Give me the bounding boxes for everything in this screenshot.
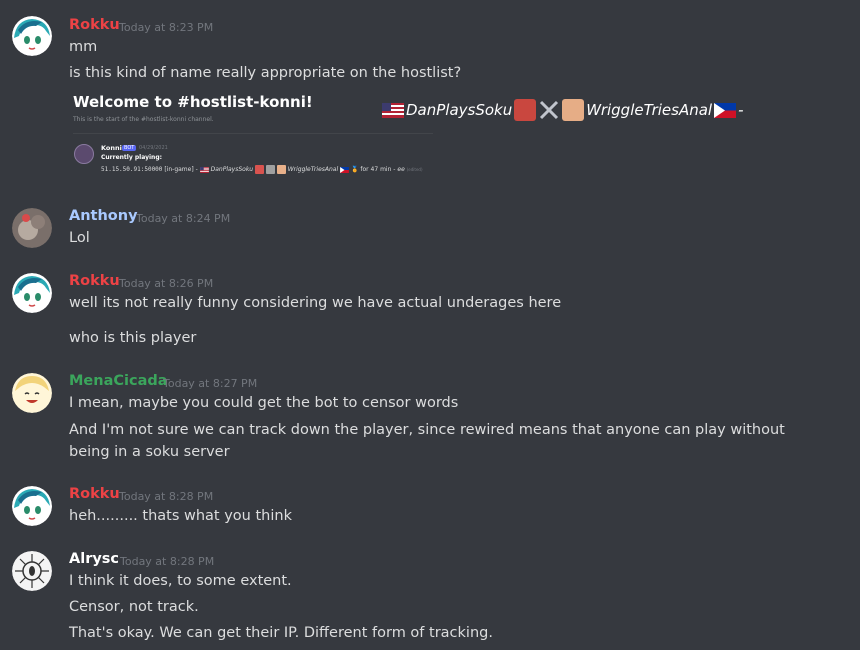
note: ee [397,166,405,173]
rokku-avatar-icon [12,16,52,56]
avatar[interactable] [12,373,52,413]
avatar[interactable] [12,486,52,526]
avatar[interactable] [12,551,52,591]
message-text: who is this player [69,330,197,346]
timestamp: Today at 8:27 PM [163,377,258,390]
message-text: I think it does, to some extent. [69,573,292,589]
ph-flag-icon [714,102,737,118]
player2-name: WriggleTriesAnal [586,101,713,119]
username[interactable]: Rokku [69,17,120,33]
overlay-suffix: - [738,101,744,119]
character-icon [255,165,265,174]
character-icon [514,99,537,121]
alrysc-avatar-icon [12,551,52,591]
edited-tag: (edited) [406,167,423,172]
message-text: Censor, not track. [69,599,199,615]
bot-name: Konni [101,144,122,152]
rokku-avatar-icon [12,273,52,313]
bot-badge: BOT [122,145,137,151]
bot-avatar [74,144,94,164]
message-text: mm [69,39,98,55]
timestamp: Today at 8:26 PM [119,277,214,290]
username[interactable]: Anthony [69,208,138,224]
bot-date: 04/29/2021 [139,145,168,151]
timestamp: Today at 8:24 PM [136,212,231,225]
message-text: I mean, maybe you could get the bot to c… [69,395,459,411]
player2-name: WriggleTriesAnal [287,166,339,173]
embed-subtitle: This is the start of the #hostlist-konni… [73,116,214,123]
embed-title: Welcome to #hostlist-konni! [73,93,313,111]
character-icon [276,165,286,174]
avatar[interactable] [12,16,52,56]
avatar[interactable] [12,273,52,313]
message-text: is this kind of name really appropriate … [69,65,462,81]
message-text: heh......... thats what you think [69,508,292,524]
us-flag-icon [382,102,404,118]
medal-icon: 🏅 [350,166,359,173]
message-text: Lol [69,230,90,246]
crossed-swords-icon [540,100,559,120]
username[interactable]: Rokku [69,486,120,502]
host-line: 51.15.50.91:50000 [in-game] - DanPlaysSo… [101,165,423,174]
message-text: well its not really funny considering we… [69,295,562,311]
username[interactable]: Alrysc [69,551,119,567]
timestamp: Today at 8:23 PM [119,21,214,34]
message-text: And I'm not sure we can track down the p… [69,422,785,460]
host-status: [in-game] - [164,166,198,173]
avatar[interactable] [12,208,52,248]
us-flag-icon [199,166,209,173]
ph-flag-icon [340,166,349,173]
timestamp: Today at 8:28 PM [120,555,215,568]
play-duration: for 47 min - [360,166,396,173]
username[interactable]: MenaCicada [69,373,168,389]
anthony-avatar-icon [12,208,52,248]
character-icon [562,99,585,121]
player1-name: DanPlaysSoku [406,101,513,119]
rokku-avatar-icon [12,486,52,526]
username[interactable]: Rokku [69,273,120,289]
crossed-swords-icon [265,165,275,174]
timestamp: Today at 8:28 PM [119,490,214,503]
menacicada-avatar-icon [12,373,52,413]
playing-label: Currently playing: [101,154,163,161]
host-address: 51.15.50.91:50000 [101,166,163,173]
player1-name: DanPlaysSoku [210,166,254,173]
players-overlay: DanPlaysSoku WriggleTriesAnal - [382,99,744,121]
divider [73,133,433,134]
message-text: That's okay. We can get their IP. Differ… [69,625,493,641]
